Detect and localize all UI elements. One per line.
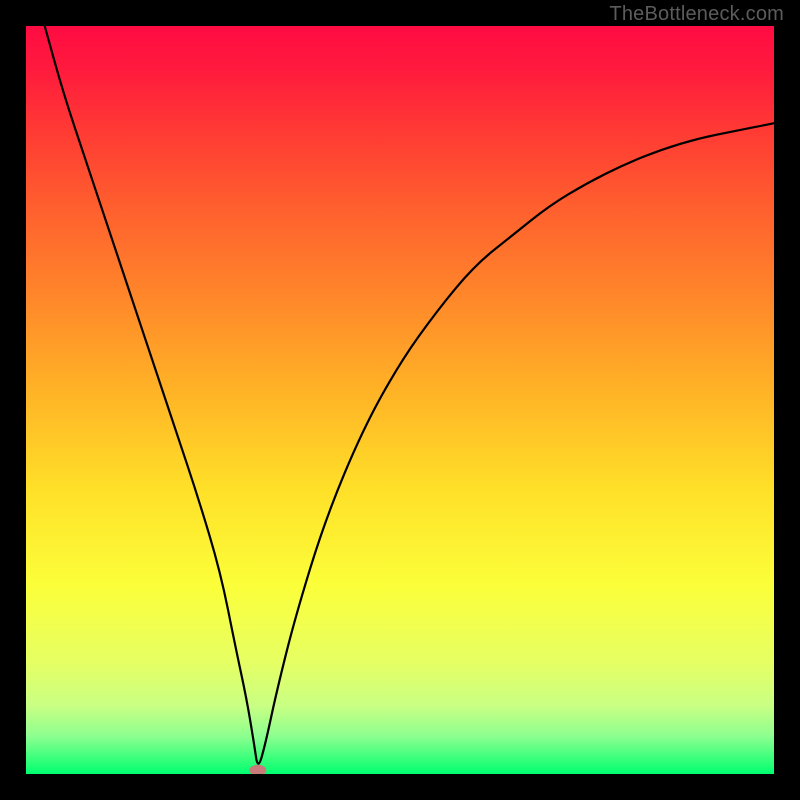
plot-svg — [26, 26, 774, 774]
gradient-background — [26, 26, 774, 774]
watermark-text: TheBottleneck.com — [609, 3, 784, 26]
plot-area — [26, 26, 774, 774]
optimum-marker — [250, 765, 266, 774]
chart-frame: TheBottleneck.com — [0, 0, 800, 800]
